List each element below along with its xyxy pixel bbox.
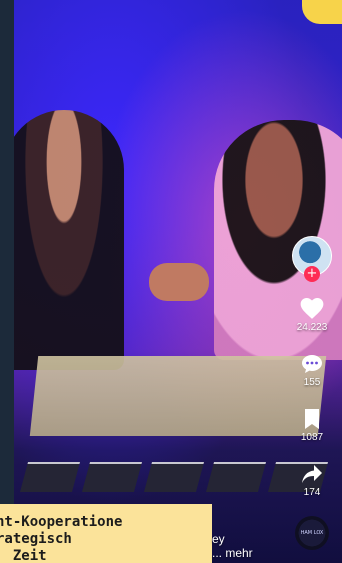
follow-button[interactable]: +: [304, 266, 320, 282]
share-action[interactable]: 174: [300, 463, 324, 498]
bookmark-icon[interactable]: [303, 408, 321, 430]
action-rail: + 24.223 155 1087 174 HAM LOX: [292, 236, 332, 550]
tile: [19, 462, 81, 492]
save-count: 1087: [300, 432, 324, 443]
comment-action[interactable]: 155: [300, 353, 324, 388]
music-disc-text: HAM LOX: [300, 530, 324, 536]
person-left: [14, 110, 124, 370]
tile: [143, 462, 205, 492]
like-count: 24.223: [296, 322, 328, 333]
share-count: 174: [303, 487, 321, 498]
share-icon[interactable]: [300, 463, 324, 485]
music-disc[interactable]: HAM LOX: [295, 516, 329, 550]
more-link[interactable]: ... mehr: [212, 546, 253, 560]
like-action[interactable]: 24.223: [296, 296, 328, 333]
handshake: [149, 263, 209, 301]
tile: [205, 462, 267, 492]
save-action[interactable]: 1087: [301, 408, 323, 443]
caption-line: rategisch: [0, 531, 72, 547]
comment-icon[interactable]: [300, 353, 324, 375]
caption-line: ht-Kooperatione: [0, 514, 123, 530]
video-screen: + 24.223 155 1087 174 HAM LOX ht-Koopera…: [0, 0, 342, 563]
comment-count: 155: [303, 377, 321, 388]
left-edge-strip: [0, 0, 14, 563]
game-table: [29, 356, 327, 436]
description-line: ey: [212, 532, 225, 546]
video-description[interactable]: ey ... mehr: [212, 532, 253, 560]
caption-text: ht-Kooperatione rategisch Zeit: [0, 514, 216, 563]
heart-icon[interactable]: [299, 296, 325, 320]
tile: [81, 462, 143, 492]
board-tiles: [19, 462, 329, 502]
creator-avatar[interactable]: +: [292, 236, 332, 282]
caption-line: Zeit: [0, 548, 56, 563]
